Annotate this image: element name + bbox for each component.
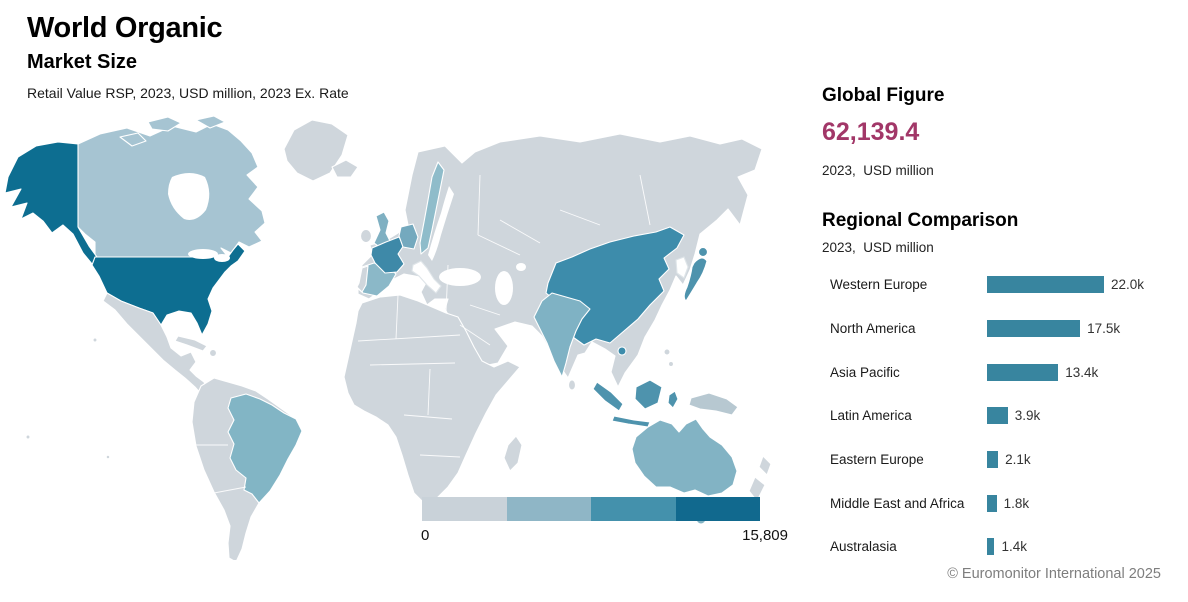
world-choropleth-map[interactable] (0, 115, 810, 560)
bar-north-america[interactable] (987, 320, 1081, 338)
global-figure-caption: 2023, USD million (822, 163, 934, 178)
map-region-australia[interactable] (631, 418, 738, 497)
report-header: World Organic Market Size Retail Value R… (27, 10, 349, 101)
scale-max-label: 15,809 (742, 527, 788, 544)
bar-value: 1.8k (1003, 495, 1030, 511)
scale-segment-3 (591, 497, 676, 521)
map-region-philippines[interactable] (667, 360, 675, 368)
page-title: World Organic (27, 12, 223, 44)
map-region-japan-hokkaido[interactable] (697, 246, 709, 258)
map-region-ireland[interactable] (359, 228, 373, 244)
map-region-new-zealand[interactable] (758, 455, 772, 476)
map-region-canada-arctic-island[interactable] (195, 115, 226, 129)
regional-comparison-heading: Regional Comparison (822, 210, 1019, 231)
bar-australasia[interactable] (987, 538, 995, 556)
bar-row: Australasia 1.4k (830, 525, 1182, 569)
map-region-pacific-island[interactable] (105, 454, 111, 460)
regional-comparison-caption: 2023, USD million (822, 240, 934, 255)
bar-value: 13.4k (1065, 364, 1099, 380)
map-region-pacific-island[interactable] (25, 434, 31, 440)
bar-middle-east-africa[interactable] (987, 494, 997, 512)
global-figure-value: 62,139.4 (822, 118, 920, 146)
bar-eastern-europe[interactable] (987, 451, 999, 469)
map-region-hispaniola[interactable] (208, 348, 218, 358)
page-subtitle: Market Size (27, 51, 138, 74)
great-lakes (214, 254, 230, 262)
map-region-new-guinea[interactable] (688, 392, 739, 416)
bar-latin-america[interactable] (987, 407, 1008, 425)
map-region-sri-lanka[interactable] (567, 379, 577, 391)
bar-row: Western Europe 22.0k (830, 263, 1182, 307)
scale-segment-4 (675, 497, 760, 521)
bar-value: 22.0k (1111, 277, 1145, 293)
scale-min-label: 0 (421, 527, 430, 544)
black-sea (439, 268, 481, 286)
bar-row: Latin America 3.9k (830, 394, 1182, 438)
bar-label: Eastern Europe (830, 452, 924, 468)
bar-value: 1.4k (1001, 539, 1027, 555)
bar-label: Latin America (830, 408, 912, 424)
bar-label: Middle East and Africa (830, 495, 965, 511)
metric-description: Retail Value RSP, 2023, USD million, 202… (27, 85, 349, 102)
bar-row: Eastern Europe 2.1k (830, 438, 1182, 482)
map-region-indonesia-java[interactable] (611, 415, 651, 428)
map-region-indonesia-borneo[interactable] (634, 379, 663, 410)
map-region-philippines[interactable] (663, 348, 671, 356)
bar-label: Western Europe (830, 277, 928, 293)
aral-sea (516, 263, 526, 271)
copyright-notice: © Euromonitor International 2025 (947, 566, 1161, 582)
map-region-indonesia-sulawesi[interactable] (667, 390, 679, 409)
bar-label: North America (830, 321, 916, 337)
global-figure-heading: Global Figure (822, 85, 945, 106)
bar-western-europe[interactable] (987, 276, 1104, 294)
caspian-sea (495, 271, 513, 305)
bar-value: 17.5k (1087, 321, 1121, 337)
great-lakes (188, 249, 218, 259)
bar-row: Middle East and Africa 1.8k (830, 481, 1182, 525)
bar-row: North America 17.5k (830, 307, 1182, 351)
map-region-hainan[interactable] (617, 346, 627, 356)
bar-value: 3.9k (1014, 408, 1041, 424)
bar-label: Asia Pacific (830, 364, 900, 380)
choropleth-color-scale (422, 497, 760, 521)
map-region-cuba[interactable] (174, 335, 208, 352)
map-region-madagascar[interactable] (503, 435, 523, 472)
bar-value: 2.1k (1005, 452, 1031, 468)
regional-bar-chart: Western Europe 22.0k North America 17.5k… (830, 263, 1182, 569)
bar-asia-pacific[interactable] (987, 363, 1059, 381)
scale-segment-2 (506, 497, 591, 521)
bar-row: Asia Pacific 13.4k (830, 350, 1182, 394)
bar-label: Australasia (830, 539, 897, 555)
map-region-pacific-island[interactable] (92, 337, 98, 343)
scale-segment-1 (422, 497, 507, 521)
